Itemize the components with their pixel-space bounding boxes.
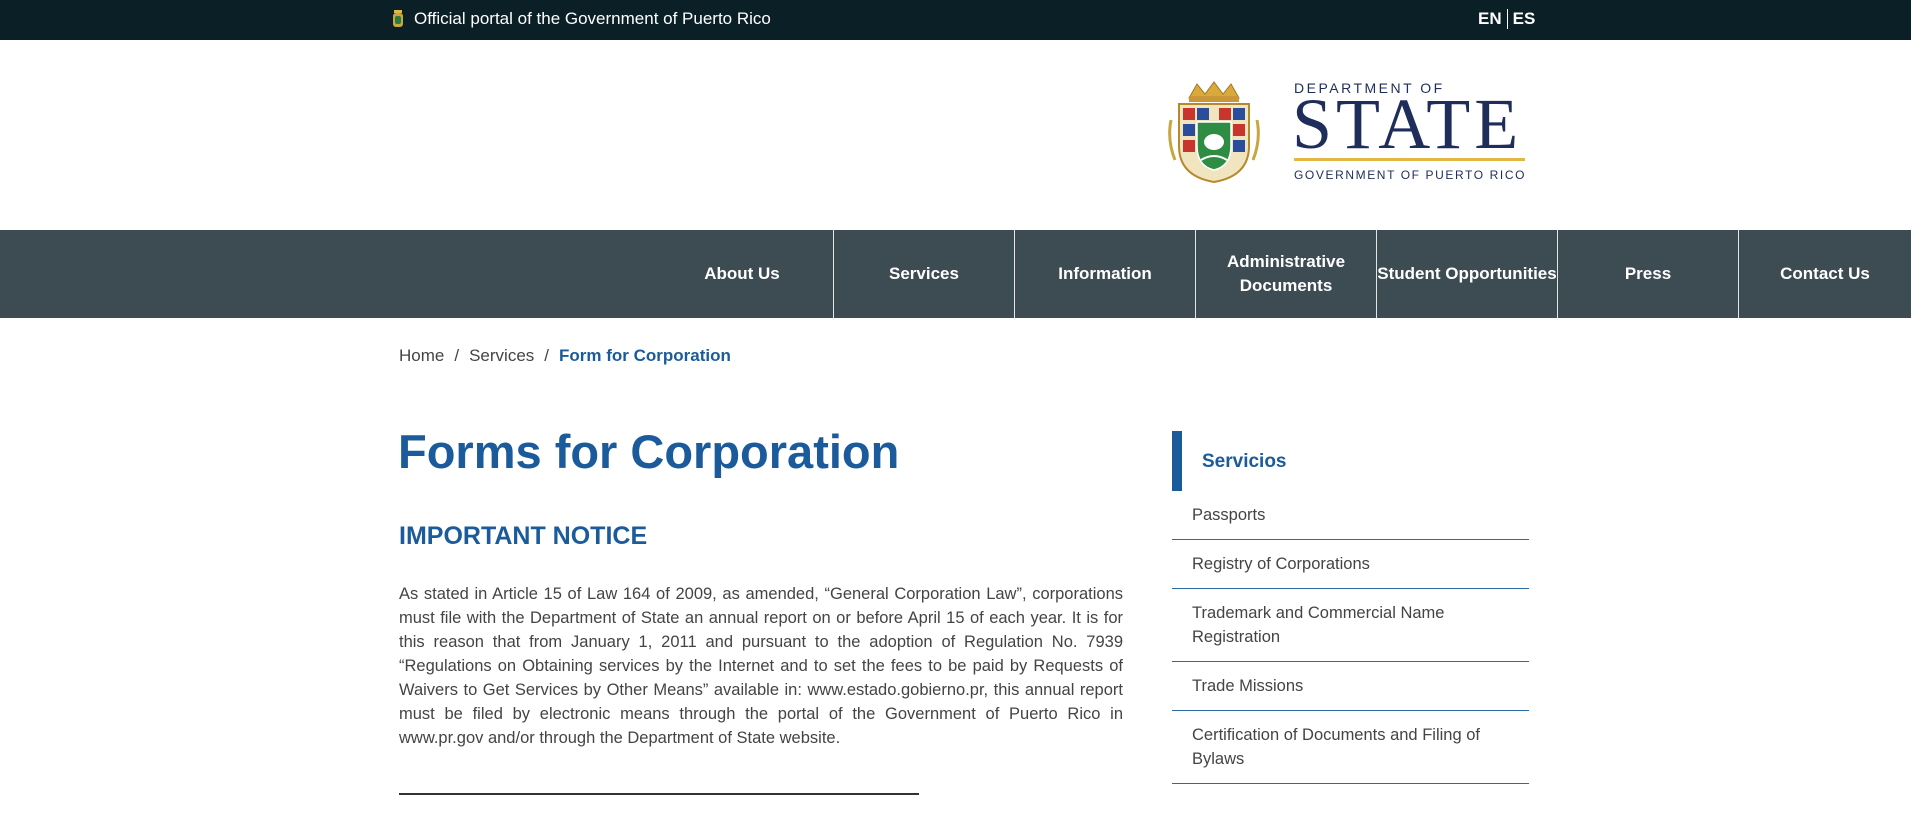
coat-of-arms-icon xyxy=(1168,81,1260,184)
nav-services[interactable]: Services xyxy=(834,230,1014,318)
lang-es-link[interactable]: ES xyxy=(1513,9,1536,29)
nav-administrative-documents[interactable]: Administrative Documents xyxy=(1196,230,1376,318)
puerto-rico-seal-icon xyxy=(393,10,403,27)
nav-student-opportunities[interactable]: Student Opportunities xyxy=(1377,230,1557,318)
official-portal-text: Official portal of the Government of Pue… xyxy=(414,9,771,28)
important-notice-heading: IMPORTANT NOTICE xyxy=(399,522,648,550)
nav-contact-us[interactable]: Contact Us xyxy=(1739,230,1911,318)
lang-en-link[interactable]: EN xyxy=(1478,9,1502,29)
nav-about-us[interactable]: About Us xyxy=(652,230,832,318)
sidebar-heading-label: Servicios xyxy=(1202,451,1287,472)
sidebar-item-trademark-registration[interactable]: Trademark and Commercial Name Registrati… xyxy=(1172,589,1529,662)
content-divider xyxy=(399,793,919,795)
breadcrumb: Home / Services / Form for Corporation xyxy=(399,346,731,366)
nav-information[interactable]: Information xyxy=(1015,230,1195,318)
sidebar-item-registry-of-corporations[interactable]: Registry of Corporations xyxy=(1172,540,1529,589)
official-portal-bar: Official portal of the Government of Pue… xyxy=(0,0,1911,40)
page-title: Forms for Corporation xyxy=(398,425,900,478)
sidebar-item-passports[interactable]: Passports xyxy=(1172,491,1529,540)
breadcrumb-separator: / xyxy=(454,346,460,365)
notice-paragraph: As stated in Article 15 of Law 164 of 20… xyxy=(399,585,1123,747)
main-navigation: About Us Services Information Administra… xyxy=(0,230,1911,318)
breadcrumb-services[interactable]: Services xyxy=(469,346,534,366)
logo-state-wordmark: STATE xyxy=(1292,84,1523,164)
language-switcher: EN ES xyxy=(1478,9,1535,29)
sidebar-heading: Servicios xyxy=(1172,431,1529,491)
sidebar-item-trade-missions[interactable]: Trade Missions xyxy=(1172,662,1529,711)
breadcrumb-current: Form for Corporation xyxy=(559,346,731,365)
logo-government-text: GOVERNMENT OF PUERTO RICO xyxy=(1294,168,1527,182)
breadcrumb-home[interactable]: Home xyxy=(399,346,444,366)
department-of-state-logo[interactable]: DEPARTMENT OF STATE GOVERNMENT OF PUERTO… xyxy=(1167,80,1527,186)
nav-press[interactable]: Press xyxy=(1558,230,1738,318)
lang-divider xyxy=(1506,9,1508,29)
logo-gold-rule xyxy=(1294,158,1525,161)
sidebar-accent-bar xyxy=(1172,431,1182,491)
sidebar-item-certification-documents[interactable]: Certification of Documents and Filing of… xyxy=(1172,711,1529,784)
breadcrumb-separator: / xyxy=(544,346,550,365)
services-sidebar: Servicios Passports Registry of Corporat… xyxy=(1172,431,1529,784)
